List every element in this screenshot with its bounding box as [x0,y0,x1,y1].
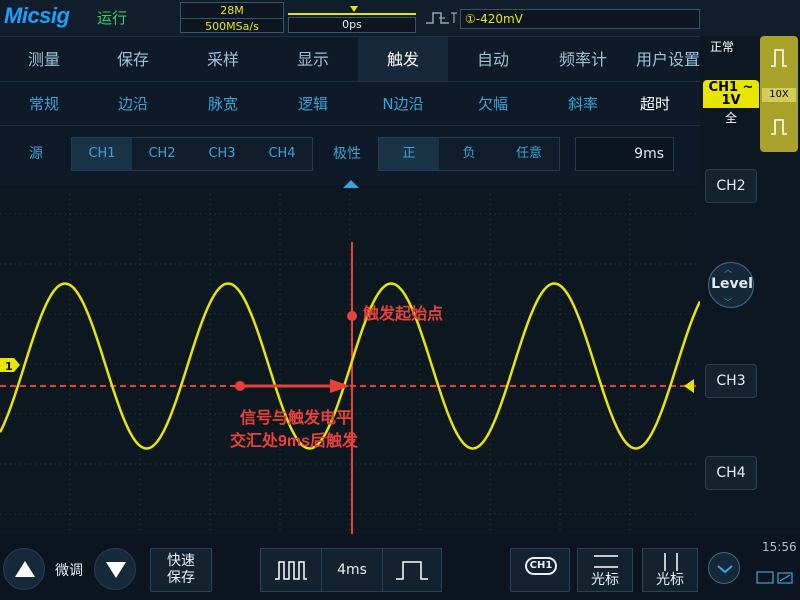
ch1-badge: CH1 [525,557,557,575]
chevron-down-icon [717,565,733,574]
ch1-coupling: ~ [742,80,754,95]
annotation-crossing-line1: 信号与触发电平 [240,410,353,427]
trigger-type-timeout[interactable]: 超时 [610,82,700,126]
menu-trigger[interactable]: 触发 [358,37,448,82]
source-ch4[interactable]: CH4 [252,138,312,170]
arrow-down-icon [106,562,126,578]
bottom-toolbar: 微调 快速 保存 4ms CH1 光标 光标 15:56 [0,534,800,600]
level-knob[interactable]: ︿ Level ﹀ [708,262,754,308]
trigger-level-marker-icon [684,379,694,393]
trigger-type-pulse[interactable]: 脉宽 [178,82,268,126]
source-ch2[interactable]: CH2 [132,138,192,170]
timebase-compress-icon[interactable] [395,559,429,581]
pulse-up-icon [771,49,787,67]
ch1-header: CH1 ~ 1V [703,80,759,108]
timeout-value-field[interactable]: 9ms [575,137,674,171]
vertical-cursor-button[interactable]: 光标 [642,548,698,592]
probe-ratio: 10X [762,88,796,102]
trigger-type-nedge[interactable]: N边沿 [358,82,448,126]
trigger-position-icon [350,6,358,12]
trigger-edge-icon [426,12,457,24]
trigger-type-menu: 常规 边沿 脉宽 逻辑 N边沿 欠幅 斜率 超时 [0,81,700,125]
ch2-button[interactable]: CH2 [705,169,757,203]
menu-measure[interactable]: 测量 [0,37,88,82]
horizontal-cursor-button[interactable]: 光标 [577,548,633,592]
memory-depth: 28M [220,4,244,17]
trigger-delay: 0ps [288,17,416,33]
timebase-value[interactable]: 4ms [322,549,382,591]
menu-counter[interactable]: 频率计 [538,37,628,82]
trigger-settings-row: 源 CH1 CH2 CH3 CH4 极性 正 负 任意 9ms [0,125,700,188]
menu-user-settings[interactable]: 用户设置 [628,37,708,82]
acquisition-info[interactable]: 28M 500MSa/s [180,2,284,33]
polarity-negative[interactable]: 负 [439,138,499,170]
horizontal-cursor-label: 光标 [591,572,619,588]
source-label: 源 [29,146,43,162]
ch1-scale: 1V [721,93,741,108]
timebase-control: 4ms [260,548,442,592]
clock: 15:56 [762,540,797,554]
annotation-trigger-start: 触发起始点 [363,306,444,323]
ch1-marker-label: 1 [5,360,13,373]
trigger-type-normal[interactable]: 常规 [0,82,88,126]
trigger-start-dot [347,311,357,321]
quick-save-button[interactable]: 快速 保存 [150,548,212,592]
trigger-type-logic[interactable]: 逻辑 [268,82,358,126]
timebase-expand-icon[interactable] [274,559,308,581]
ch1-bandwidth: 全 [724,111,737,125]
vertical-cursor-label: 光标 [656,572,684,588]
trigger-type-edge[interactable]: 边沿 [88,82,178,126]
level-up-icon: ︿ [724,265,732,274]
polarity-selector: 正 负 任意 [378,137,560,171]
level-down-icon: ﹀ [724,298,732,307]
waveform-canvas: 1 [0,194,702,534]
top-status-bar: Micsig 运行 28M 500MSa/s 0ps ①-420mV [0,0,800,36]
menu-auto[interactable]: 自动 [448,37,538,82]
fine-tune-label: 微调 [55,563,83,579]
quick-save-line2: 保存 [167,570,195,586]
waveform-display[interactable]: 1 触发起始点 信号与触发电平 交汇处9ms后触发 [0,194,702,534]
source-ch1[interactable]: CH1 [72,138,132,170]
ch1-select-button[interactable]: CH1 [510,548,570,592]
memory-bar [288,13,416,15]
fine-up-button[interactable] [3,548,45,590]
level-label: Level [711,276,753,292]
trigger-type-runt[interactable]: 欠幅 [448,82,538,126]
delay-arrowhead-icon [330,379,350,393]
expand-menu-button[interactable] [708,552,740,584]
quick-save-line1: 快速 [167,553,195,569]
trigger-status: 正常 [710,40,735,54]
polarity-any[interactable]: 任意 [499,138,559,170]
system-status-icons [756,571,793,584]
fine-down-button[interactable] [94,548,136,590]
main-menu: 测量 保存 采样 显示 触发 自动 频率计 用户设置 [0,36,700,82]
probe-panel[interactable]: 10X [760,36,798,152]
ch1-card[interactable]: CH1 ~ 1V 全 [703,80,759,166]
arrow-up-icon [15,561,35,577]
menu-display[interactable]: 显示 [268,37,358,82]
source-ch3[interactable]: CH3 [192,138,252,170]
crossing-point-dot [235,381,245,391]
menu-save[interactable]: 保存 [88,37,178,82]
polarity-positive[interactable]: 正 [379,138,439,170]
menu-caret-icon [343,180,359,188]
sample-rate: 500MSa/s [181,18,283,33]
polarity-label: 极性 [333,146,361,162]
trigger-level-readout[interactable]: ①-420mV [460,9,700,29]
source-selector: CH1 CH2 CH3 CH4 [71,137,313,171]
annotation-crossing-line2: 交汇处9ms后触发 [230,433,359,450]
horizontal-position-indicator[interactable]: 0ps [288,4,416,33]
menu-acquire[interactable]: 采样 [178,37,268,82]
ch4-button[interactable]: CH4 [705,456,757,490]
ch3-button[interactable]: CH3 [705,364,757,398]
brand-logo: Micsig [4,3,70,28]
channel-panel: 正常 CH1 ~ 1V 全 10X CH2 ︿ Level ﹀ CH3 CH4 [700,36,800,600]
run-stop-status[interactable]: 运行 [97,7,127,28]
pulse-down-icon [771,119,787,135]
